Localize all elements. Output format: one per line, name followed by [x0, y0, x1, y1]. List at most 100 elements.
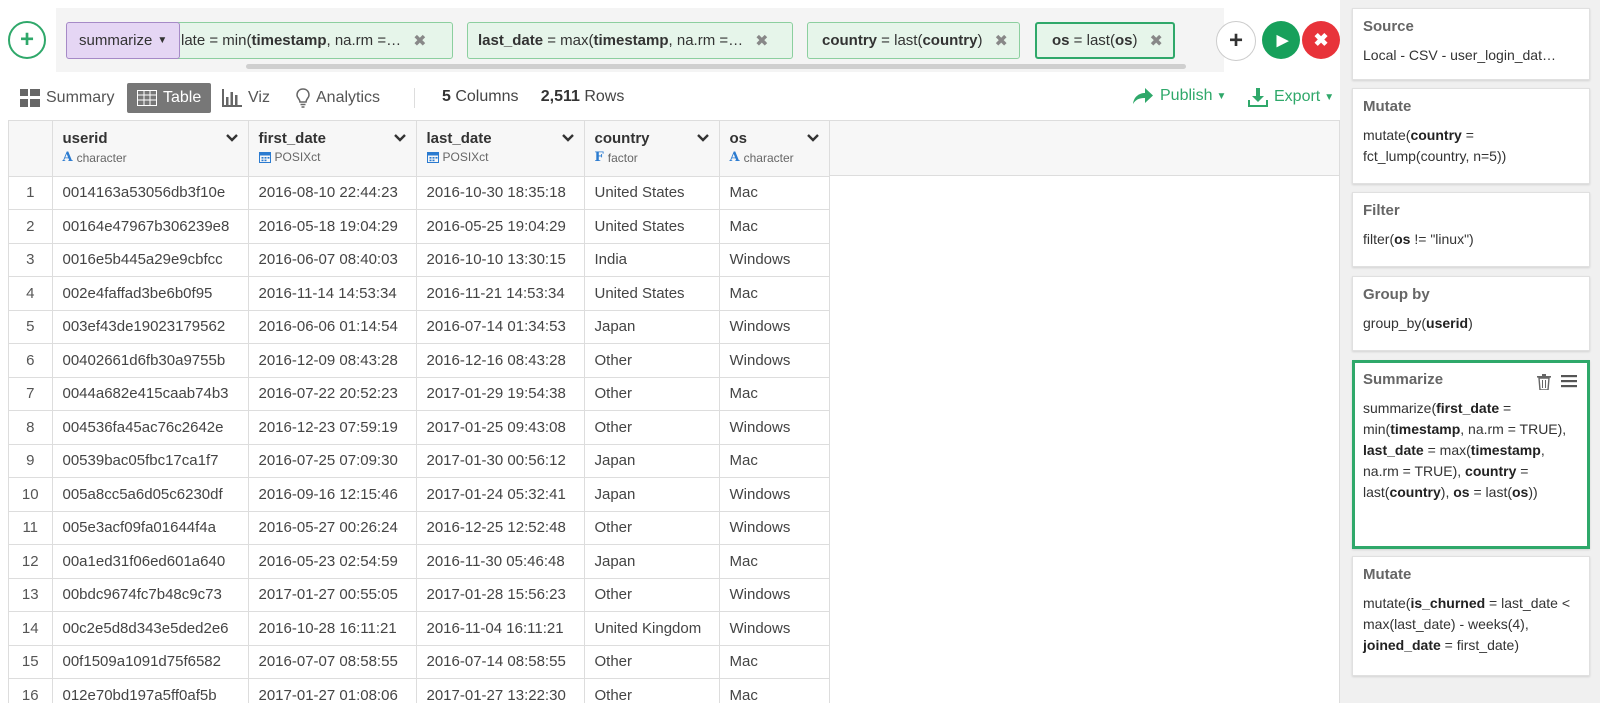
tab-summary[interactable]: Summary [20, 83, 114, 113]
table-row[interactable]: 12 00a1ed31f06ed601a640 2016-05-23 02:54:5… [9, 544, 830, 579]
column-type: POSIXct [258, 150, 406, 164]
add-step-button[interactable]: + [8, 21, 46, 59]
cell-userid: 004536fa45ac76c2642e [52, 410, 249, 445]
pipeline-panel: Source Local - CSV - user_login_dat… Mut… [1340, 0, 1600, 703]
column-header-last-date[interactable]: last_date POSIXct [416, 121, 585, 177]
country-arg-pill[interactable]: country = last(country) ✖ [807, 22, 1020, 59]
table-row[interactable]: 14 00c2e5d8d343e5ded2e6 2016-10-28 16:11:2… [9, 611, 830, 646]
chevron-down-icon[interactable] [393, 133, 407, 143]
table-row[interactable]: 11 005e3acf09fa01644f4a 2016-05-27 00:26:2… [9, 511, 830, 545]
cancel-button[interactable]: ✖ [1302, 21, 1340, 59]
table-row[interactable]: 15 00f1509a1091d75f6582 2016-07-07 08:58:5… [9, 645, 830, 679]
code-text: = max( [543, 32, 594, 49]
table-row[interactable]: 1 0014163a53056db3f10e 2016-08-10 22:44:23… [9, 176, 830, 210]
step-body: Local - CSV - user_login_dat… [1363, 45, 1579, 66]
cell-os: Windows [719, 310, 830, 344]
step-source[interactable]: Source Local - CSV - user_login_dat… [1352, 8, 1590, 80]
row-number: 14 [9, 611, 53, 646]
step-mutate-churn[interactable]: Mutate mutate(is_churned = last_date < m… [1352, 556, 1590, 676]
tab-analytics[interactable]: Analytics [296, 83, 380, 113]
code-text: ), [1440, 484, 1454, 500]
row-number: 7 [9, 377, 53, 411]
close-icon[interactable]: ✖ [755, 31, 768, 51]
command-pills-scroller[interactable]: summarize ▼ late = min(timestamp, na.rm … [56, 8, 1224, 72]
run-button[interactable]: ▶ [1262, 21, 1300, 59]
cell-country: Other [584, 343, 720, 378]
add-command-button[interactable]: + [1216, 21, 1256, 61]
columns-label: Columns [450, 88, 519, 105]
step-group-by[interactable]: Group by group_by(userid) [1352, 276, 1590, 351]
export-button[interactable]: Export ▼ [1248, 87, 1334, 107]
caret-down-icon: ▼ [1324, 91, 1335, 103]
tab-viz[interactable]: Viz [222, 83, 270, 113]
code-text: , na.rm =… [668, 32, 744, 49]
table-row[interactable]: 8 004536fa45ac76c2642e 2016-12-23 07:59:19… [9, 410, 830, 445]
step-summarize[interactable]: Summarize summarize(first_date = min(tim… [1352, 360, 1590, 549]
cell-os: Mac [719, 276, 830, 311]
table-row[interactable]: 13 00bdc9674fc7b48c9c73 2017-01-27 00:55:0… [9, 578, 830, 612]
summarize-command-pill[interactable]: summarize ▼ [66, 22, 181, 59]
chevron-down-icon[interactable] [561, 133, 575, 143]
close-icon[interactable]: ✖ [1149, 31, 1162, 51]
code-keyword: country [922, 32, 978, 49]
close-icon[interactable]: ✖ [994, 31, 1007, 51]
step-mutate-country[interactable]: Mutate mutate(country = fct_lump(country… [1352, 88, 1590, 184]
code-keyword: country [1465, 463, 1517, 479]
code-text: mutate( [1363, 595, 1411, 611]
step-body: filter(os != "linux") [1363, 229, 1579, 250]
share-arrow-icon [1133, 88, 1153, 104]
code-keyword: is_churned [1410, 595, 1486, 611]
table-row[interactable]: 6 00402661d6fb30a9755b 2016-12-09 08:43:28… [9, 343, 830, 378]
last-date-arg-pill[interactable]: last_date = max(timestamp, na.rm =… ✖ [467, 22, 793, 59]
os-arg-pill[interactable]: os = last(os) ✖ [1035, 22, 1175, 59]
menu-icon[interactable] [1561, 374, 1577, 388]
tab-analytics-label: Analytics [316, 89, 381, 106]
column-type-label: character [743, 150, 794, 165]
table-row[interactable]: 5 003ef43de19023179562 2016-06-06 01:14:54… [9, 310, 830, 344]
code-text: filter( [1363, 231, 1395, 247]
column-type-label: factor [607, 150, 638, 165]
code-keyword: timestamp [1470, 442, 1541, 458]
horizontal-scrollbar[interactable] [246, 64, 1186, 69]
code-keyword: os [1453, 484, 1470, 500]
code-text: ) [1468, 315, 1473, 331]
cell-country: Japan [584, 544, 720, 579]
step-body: mutate(country = fct_lump(country, n=5)) [1363, 125, 1579, 167]
first-date-arg-pill[interactable]: late = min(timestamp, na.rm =… ✖ [174, 22, 453, 59]
code-keyword: userid [1426, 315, 1469, 331]
table-row[interactable]: 4 002e4faffad3be6b0f95 2016-11-14 14:53:34… [9, 276, 830, 311]
cell-country: Other [584, 511, 720, 545]
publish-button[interactable]: Publish ▼ [1132, 87, 1226, 105]
table-row[interactable]: 16 012e70bd197a5ff0af5b 2017-01-27 01:08:0… [9, 678, 830, 703]
step-filter[interactable]: Filter filter(os != "linux") [1352, 192, 1590, 267]
chevron-down-icon[interactable] [225, 133, 239, 143]
export-label: Export [1274, 88, 1321, 105]
column-header-first-date[interactable]: first_date POSIXct [248, 121, 417, 177]
table-row[interactable]: 7 0044a682e415caab74b3 2016-07-22 20:52:23… [9, 377, 830, 411]
cell-first-date: 2016-07-25 07:09:30 [248, 444, 417, 478]
trash-icon[interactable] [1537, 374, 1551, 390]
table-row[interactable]: 2 00164e47967b306239e8 2016-05-18 19:04:29… [9, 209, 830, 244]
column-header-country[interactable]: country Ffactor [584, 121, 720, 177]
cell-country: Other [584, 410, 720, 445]
chevron-down-icon[interactable] [806, 133, 820, 143]
table-dimensions: 5 Columns 2,511 Rows [442, 88, 624, 106]
cell-country: Japan [584, 310, 720, 344]
cell-first-date: 2016-06-06 01:14:54 [248, 310, 417, 344]
cell-first-date: 2016-10-28 16:11:21 [248, 611, 417, 646]
table-row[interactable]: 10 005a8cc5a6d05c6230df 2016-09-16 12:15:4… [9, 477, 830, 512]
cell-userid: 002e4faffad3be6b0f95 [52, 276, 249, 311]
row-number: 1 [9, 176, 53, 210]
cell-first-date: 2016-07-07 08:58:55 [248, 645, 417, 679]
close-icon[interactable]: ✖ [413, 31, 426, 51]
cell-country: United States [584, 176, 720, 210]
row-number: 3 [9, 243, 53, 277]
table-row[interactable]: 3 0016e5b445a29e9cbfcc 2016-06-07 08:40:03… [9, 243, 830, 277]
column-header-userid[interactable]: userid Acharacter [52, 121, 249, 177]
cell-last-date: 2016-10-30 18:35:18 [416, 176, 585, 210]
table-row[interactable]: 9 00539bac05fbc17ca1f7 2016-07-25 07:09:30… [9, 444, 830, 478]
column-header-os[interactable]: os Acharacter [719, 121, 830, 177]
tab-table[interactable]: Table [127, 83, 212, 113]
chevron-down-icon[interactable] [696, 133, 710, 143]
data-table-view[interactable]: userid Acharacter first_date POSIXct last_da… [8, 120, 1340, 703]
